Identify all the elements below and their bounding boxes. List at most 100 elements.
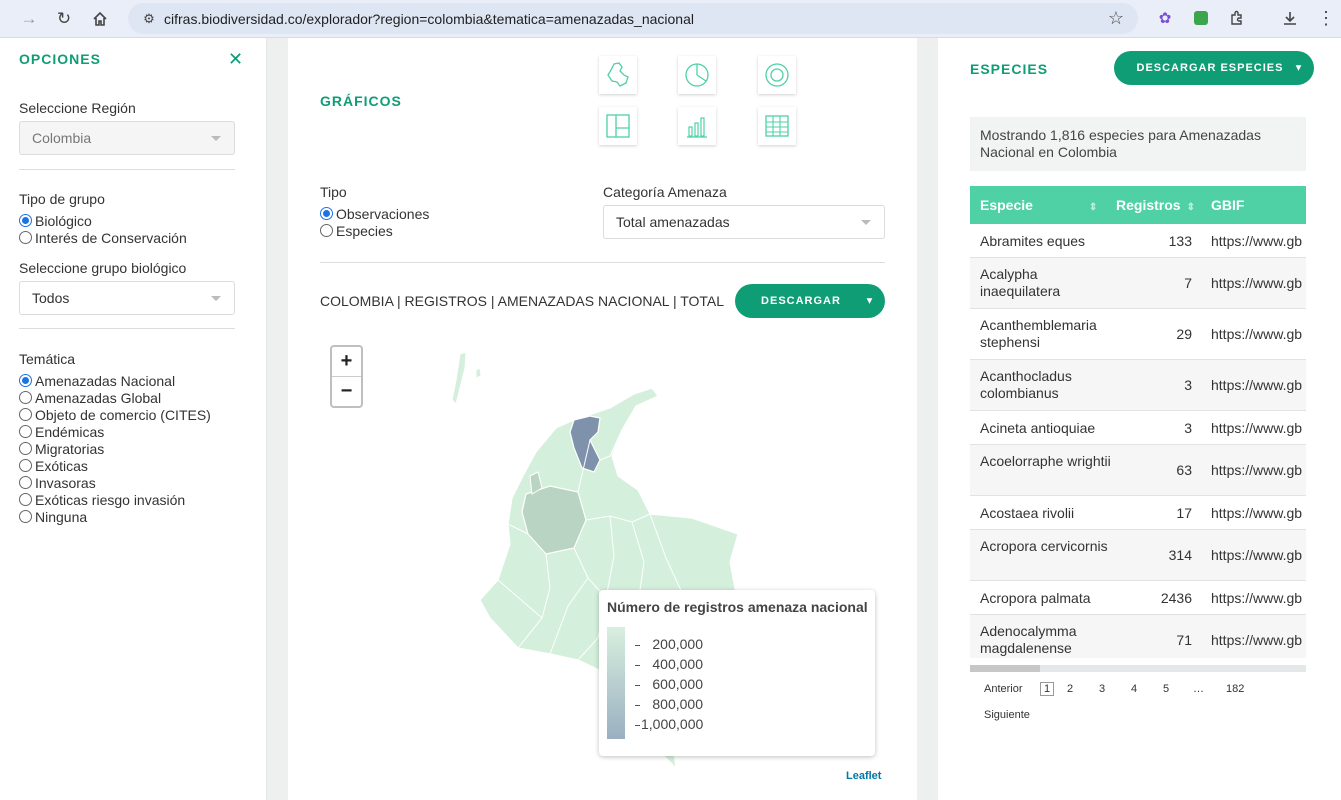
pagination-page[interactable]: 182: [1226, 683, 1244, 695]
pagination-next[interactable]: Siguiente: [984, 709, 1030, 721]
radio-theme[interactable]: Objeto de comercio (CITES): [19, 406, 211, 423]
radio-interes-conservacion[interactable]: Interés de Conservación: [19, 229, 187, 246]
radio-theme[interactable]: Migratorias: [19, 440, 211, 457]
table-row[interactable]: Acanthocladus colombianus 3 https://www.…: [970, 360, 1306, 411]
column-header-especie[interactable]: Especie ⇕: [980, 197, 1097, 213]
radio-theme[interactable]: Ninguna: [19, 508, 211, 525]
forward-icon[interactable]: →: [16, 6, 42, 32]
gbif-link[interactable]: https://www.gb: [1211, 420, 1302, 436]
radio-dot[interactable]: [19, 476, 32, 489]
gbif-link[interactable]: https://www.gb: [1211, 632, 1302, 648]
species-name: Acanthocladus colombianus: [980, 368, 1072, 401]
radio-dot[interactable]: [19, 510, 32, 523]
reload-icon[interactable]: ↻: [51, 6, 77, 32]
table-row[interactable]: Acropora palmata 2436 https://www.gb: [970, 581, 1306, 615]
species-panel: ESPECIES DESCARGAR ESPECIES ▾ Mostrando …: [938, 38, 1341, 800]
treemap-icon[interactable]: [599, 107, 637, 145]
pagination-prev[interactable]: Anterior: [984, 683, 1023, 695]
extensions-puzzle-icon[interactable]: [1227, 8, 1247, 28]
map-icon[interactable]: [599, 56, 637, 94]
radio-especies[interactable]: Especies: [320, 222, 429, 239]
sort-icon: ⇕: [1186, 202, 1195, 213]
scrollbar-thumb[interactable]: [970, 665, 1040, 672]
gbif-link[interactable]: https://www.gb: [1211, 326, 1302, 342]
table-row[interactable]: Acostaea rivolii 17 https://www.gb: [970, 496, 1306, 530]
radio-theme[interactable]: Exóticas riesgo invasión: [19, 491, 211, 508]
close-icon[interactable]: ✕: [228, 49, 243, 70]
radio-dot[interactable]: [19, 442, 32, 455]
bio-group-select[interactable]: Todos: [19, 281, 235, 315]
zoom-in-button[interactable]: +: [332, 347, 361, 376]
group-type-label: Tipo de grupo: [19, 191, 105, 207]
menu-kebab-icon[interactable]: ⋮: [1316, 8, 1336, 28]
site-settings-icon[interactable]: ⚙: [134, 11, 164, 27]
pagination-page[interactable]: 2: [1067, 683, 1073, 695]
record-count: 7: [1184, 275, 1192, 291]
table-row[interactable]: Acoelorraphe wrightii 63 https://www.gb: [970, 445, 1306, 496]
table-row[interactable]: Acineta antioquiae 3 https://www.gb: [970, 411, 1306, 445]
radio-observaciones[interactable]: Observaciones: [320, 205, 429, 222]
radio-dot[interactable]: [19, 391, 32, 404]
extension-flower-icon[interactable]: ✿: [1155, 8, 1175, 28]
charts-card: GRÁFICOS Tipo Observaciones Especies Cat…: [288, 38, 917, 800]
pagination-page[interactable]: 5: [1163, 683, 1169, 695]
bar-chart-icon[interactable]: [678, 107, 716, 145]
table-row[interactable]: Acalypha inaequilatera 7 https://www.gb: [970, 258, 1306, 309]
gbif-link[interactable]: https://www.gb: [1211, 590, 1302, 606]
pagination-page[interactable]: 4: [1131, 683, 1137, 695]
legend-tick: [635, 705, 640, 706]
gbif-link[interactable]: https://www.gb: [1211, 505, 1302, 521]
download-icon[interactable]: [1280, 8, 1300, 28]
category-select[interactable]: Total amenazadas: [603, 205, 885, 239]
leaflet-attribution-link[interactable]: Leaflet: [846, 770, 881, 782]
radio-dot[interactable]: [320, 207, 333, 220]
radio-dot[interactable]: [19, 408, 32, 421]
table-row[interactable]: Acropora cervicornis 314 https://www.gb: [970, 530, 1306, 581]
address-bar[interactable]: ⚙ cifras.biodiversidad.co/explorador?reg…: [128, 3, 1138, 34]
extension-green-icon[interactable]: [1191, 8, 1211, 28]
legend-title: Número de registros amenaza nacional: [607, 599, 868, 615]
table-row[interactable]: Abramites eques 133 https://www.gb: [970, 224, 1306, 258]
donut-chart-icon[interactable]: [758, 56, 796, 94]
region-select[interactable]: Colombia: [19, 121, 235, 155]
divider: [19, 169, 235, 170]
pagination-page[interactable]: 3: [1099, 683, 1105, 695]
radio-theme[interactable]: Amenazadas Nacional: [19, 372, 211, 389]
gbif-link[interactable]: https://www.gb: [1211, 462, 1302, 478]
column-header-gbif[interactable]: GBIF: [1211, 197, 1244, 213]
download-species-button[interactable]: DESCARGAR ESPECIES ▾: [1114, 51, 1314, 85]
radio-dot[interactable]: [19, 425, 32, 438]
gbif-link[interactable]: https://www.gb: [1211, 377, 1302, 393]
download-button[interactable]: DESCARGAR ▾: [735, 284, 885, 318]
radio-dot[interactable]: [19, 493, 32, 506]
pagination-page[interactable]: 1: [1040, 682, 1055, 696]
radio-biologico[interactable]: Biológico: [19, 212, 187, 229]
radio-dot[interactable]: [19, 231, 32, 244]
radio-theme[interactable]: Invasoras: [19, 474, 211, 491]
gbif-link[interactable]: https://www.gb: [1211, 547, 1302, 563]
species-title: ESPECIES: [970, 61, 1049, 77]
radio-theme[interactable]: Exóticas: [19, 457, 211, 474]
legend-tick-label: 800,000: [652, 696, 703, 712]
home-icon[interactable]: [87, 6, 113, 32]
radio-dot[interactable]: [19, 214, 32, 227]
species-name: Adenocalymma magdalenense: [980, 623, 1077, 656]
radio-theme[interactable]: Amenazadas Global: [19, 389, 211, 406]
table-horizontal-scrollbar[interactable]: [970, 665, 1306, 672]
category-select-value: Total amenazadas: [616, 214, 730, 230]
gbif-link[interactable]: https://www.gb: [1211, 275, 1302, 291]
radio-dot[interactable]: [320, 224, 333, 237]
legend-tick: [635, 645, 640, 646]
zoom-out-button[interactable]: −: [332, 376, 361, 405]
column-header-registros[interactable]: Registros ⇕: [1116, 197, 1195, 213]
species-name: Acropora palmata: [980, 590, 1091, 606]
radio-theme[interactable]: Endémicas: [19, 423, 211, 440]
radio-dot[interactable]: [19, 459, 32, 472]
table-row[interactable]: Acanthemblemaria stephensi 29 https://ww…: [970, 309, 1306, 360]
table-row[interactable]: Adenocalymma magdalenense 71 https://www…: [970, 615, 1306, 658]
table-icon[interactable]: [758, 107, 796, 145]
bookmark-star-icon[interactable]: ☆: [1108, 8, 1124, 29]
radio-dot[interactable]: [19, 374, 32, 387]
pie-chart-icon[interactable]: [678, 56, 716, 94]
gbif-link[interactable]: https://www.gb: [1211, 233, 1302, 249]
